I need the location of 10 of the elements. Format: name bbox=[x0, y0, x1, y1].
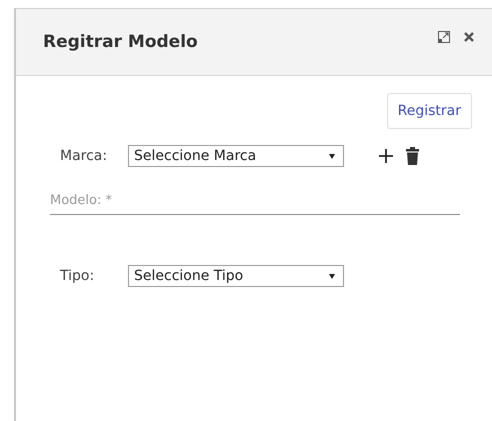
type-label: Tipo: bbox=[59, 268, 96, 284]
register-button[interactable]: Registrar bbox=[386, 93, 472, 129]
type-dropdown[interactable]: Seleccione Tipo bbox=[128, 265, 344, 287]
trash-icon[interactable] bbox=[406, 147, 419, 165]
close-icon[interactable] bbox=[464, 32, 474, 42]
brand-label: Marca: bbox=[59, 148, 108, 164]
dialog-title: Regitrar Modelo bbox=[43, 32, 199, 52]
brand-dropdown[interactable]: Seleccione Marca bbox=[128, 145, 344, 167]
expand-icon[interactable] bbox=[438, 31, 450, 43]
plus-icon[interactable] bbox=[378, 148, 394, 164]
